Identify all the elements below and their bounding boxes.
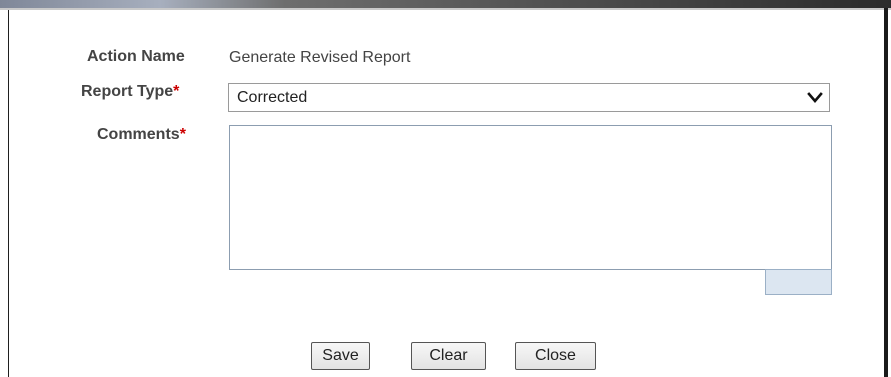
comments-label-text: Comments	[97, 126, 180, 143]
close-button[interactable]: Close	[515, 342, 596, 370]
comments-label: Comments*	[97, 126, 186, 144]
frame-left-border	[8, 10, 9, 377]
character-counter-box	[765, 269, 832, 295]
action-name-label: Action Name	[87, 48, 185, 66]
chevron-down-icon[interactable]	[807, 91, 823, 105]
save-button[interactable]: Save	[311, 342, 370, 370]
action-name-value: Generate Revised Report	[229, 49, 411, 66]
report-type-selected-value: Corrected	[237, 89, 308, 106]
required-marker: *	[173, 83, 180, 100]
report-type-label-text: Report Type	[81, 83, 174, 100]
frame-right-border	[884, 8, 888, 377]
clear-button[interactable]: Clear	[411, 342, 486, 370]
comments-textarea[interactable]	[229, 125, 832, 270]
window-top-bar	[0, 0, 891, 10]
action-name-label-text: Action Name	[87, 48, 185, 65]
report-type-label: Report Type*	[81, 83, 179, 101]
report-type-select[interactable]: Corrected	[228, 83, 830, 112]
required-marker: *	[179, 126, 186, 143]
